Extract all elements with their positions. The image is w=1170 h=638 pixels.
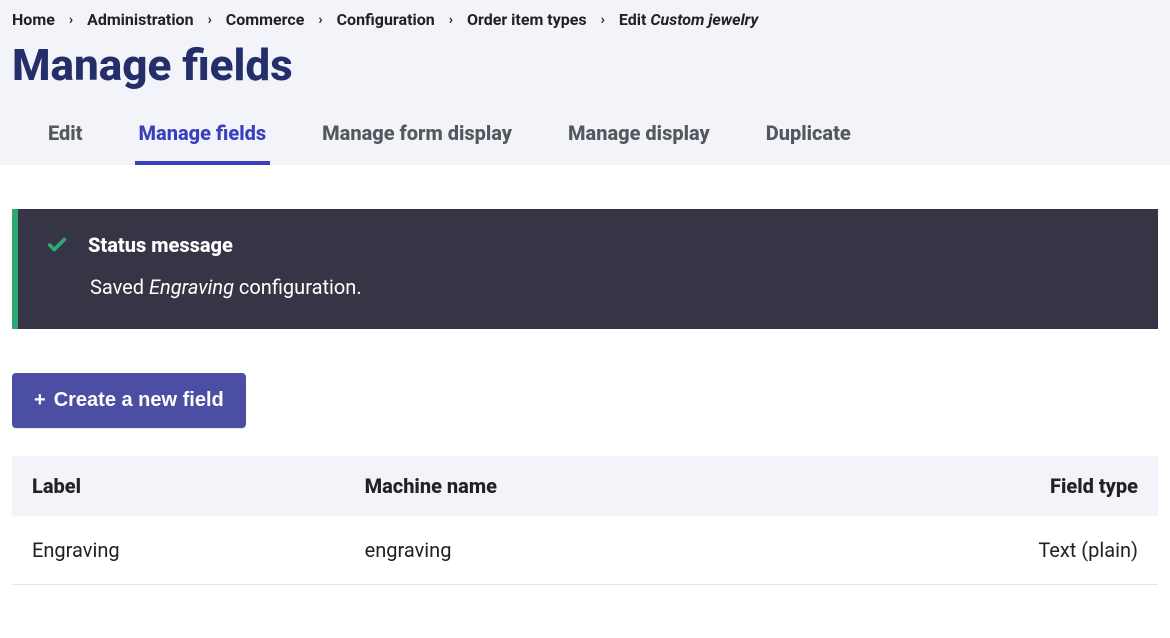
breadcrumb-link-administration[interactable]: Administration: [87, 10, 194, 29]
chevron-right-icon: ›: [204, 12, 216, 28]
table-header-label: Label: [12, 456, 345, 516]
breadcrumb-link-commerce[interactable]: Commerce: [226, 10, 305, 29]
breadcrumb-link-order-item-types[interactable]: Order item types: [467, 10, 587, 29]
table-header-machine-name: Machine name: [345, 456, 794, 516]
fields-table: Label Machine name Field type Engraving …: [12, 456, 1158, 585]
breadcrumb: Home › Administration › Commerce › Confi…: [12, 8, 1158, 35]
chevron-right-icon: ›: [597, 12, 609, 28]
table-cell-machine-name: engraving: [345, 516, 794, 585]
tab-manage-fields[interactable]: Manage fields: [135, 107, 271, 165]
create-field-button-label: Create a new field: [54, 389, 224, 412]
status-body-em: Engraving: [149, 275, 234, 299]
breadcrumb-link-home[interactable]: Home: [12, 10, 55, 29]
plus-icon: +: [34, 389, 46, 412]
table-header-field-type: Field type: [794, 456, 1158, 516]
page-title: Manage fields: [12, 35, 1158, 107]
table-row: Engraving engraving Text (plain): [12, 516, 1158, 585]
breadcrumb-current-prefix: Edit: [619, 10, 650, 29]
breadcrumb-current-em: Custom jewelry: [650, 10, 758, 29]
tab-edit[interactable]: Edit: [44, 107, 87, 165]
table-cell-label: Engraving: [12, 516, 345, 585]
tabs: Edit Manage fields Manage form display M…: [12, 107, 1158, 165]
table-header-row: Label Machine name Field type: [12, 456, 1158, 516]
check-icon: [46, 234, 68, 256]
tab-manage-display[interactable]: Manage display: [564, 107, 714, 165]
chevron-right-icon: ›: [445, 12, 457, 28]
breadcrumb-current: Edit Custom jewelry: [619, 10, 758, 29]
status-body: Saved Engraving configuration.: [90, 275, 1130, 299]
table-cell-field-type: Text (plain): [794, 516, 1158, 585]
status-message: Status message Saved Engraving configura…: [12, 209, 1158, 329]
status-body-suffix: configuration.: [234, 275, 362, 299]
create-field-button[interactable]: + Create a new field: [12, 373, 246, 428]
status-title: Status message: [88, 233, 233, 257]
chevron-right-icon: ›: [65, 12, 77, 28]
status-body-prefix: Saved: [90, 275, 149, 299]
tab-duplicate[interactable]: Duplicate: [762, 107, 855, 165]
breadcrumb-link-configuration[interactable]: Configuration: [337, 10, 435, 29]
chevron-right-icon: ›: [314, 12, 326, 28]
tab-manage-form-display[interactable]: Manage form display: [318, 107, 516, 165]
